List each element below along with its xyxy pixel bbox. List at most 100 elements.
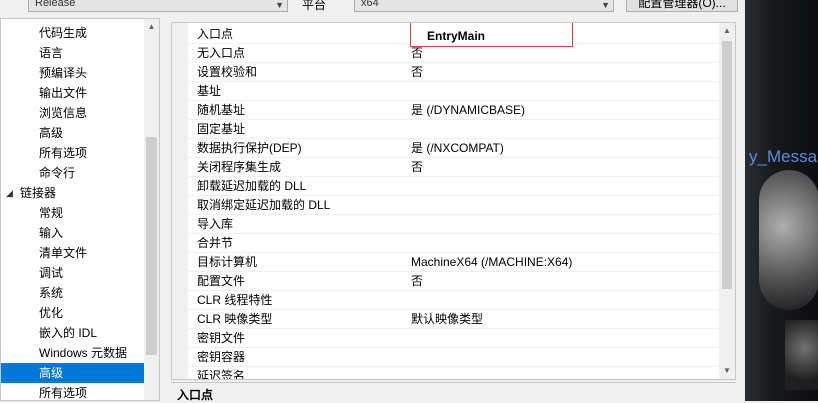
entry-point-value: EntryMain [427,29,486,43]
tree-item-label: 代码生成 [39,26,88,40]
property-name: 合并节 [197,236,234,250]
property-name: 取消绑定延迟加载的 DLL [197,198,331,212]
tree-item[interactable]: 优化 [1,303,144,323]
property-name: 固定基址 [197,122,246,136]
property-row[interactable]: 合并节 [188,234,719,253]
tree-item-label: 浏览信息 [39,106,88,120]
tree-item-label: 输入 [39,226,64,240]
property-row[interactable]: 卸载延迟加载的 DLL [188,177,719,196]
tree-item[interactable]: 高级 [1,363,144,383]
tree-scroll-thumb[interactable] [146,137,157,355]
tree-item[interactable]: 所有选项 [1,383,144,400]
tree-item[interactable]: 调试 [1,263,144,283]
chevron-down-icon: ▼ [601,0,610,10]
tree-item[interactable]: 命令行 [1,163,144,183]
tree-item[interactable]: Windows 元数据 [1,343,144,363]
grid-scrollbar[interactable]: ▲ ▼ [719,23,735,379]
property-row[interactable]: 无入口点 否 [188,44,719,63]
tree-item[interactable]: 所有选项 [1,143,144,163]
config-manager-button[interactable]: 配置管理器(O)... [626,0,738,12]
property-name: 随机基址 [197,103,246,117]
property-name: 数据执行保护(DEP) [197,141,302,155]
tree-item[interactable]: 代码生成 [1,23,144,43]
property-name: 设置校验和 [197,65,258,79]
description-title: 入口点 [177,388,214,402]
tree-item[interactable]: 清单文件 [1,243,144,263]
tree-item-label: 优化 [39,306,64,320]
tree-scrollbar[interactable]: ▲ [144,19,159,400]
property-row[interactable]: 密钥容器 [188,348,719,367]
background-wallpaper: y_Messa [745,0,818,401]
property-row[interactable]: 设置校验和 否 [188,63,719,82]
tree-item-label: 高级 [39,126,64,140]
tree-item-label: 语言 [39,46,64,60]
property-row[interactable]: CLR 线程特性 [188,291,719,310]
property-value[interactable]: MachineX64 (/MACHINE:X64) [411,253,572,271]
property-value[interactable]: 默认映像类型 [411,310,483,328]
property-value[interactable]: 否 [411,158,423,176]
property-value[interactable]: 否 [411,272,423,290]
property-value[interactable]: 是 (/DYNAMICBASE) [411,101,525,119]
property-row[interactable]: 延迟签名 [188,367,719,380]
property-name: 延迟签名 [197,369,246,380]
property-name: 目标计算机 [197,255,258,269]
property-row[interactable]: 取消绑定延迟加载的 DLL [188,196,719,215]
grid-gutter [172,23,188,379]
tree-item[interactable]: 系统 [1,283,144,303]
tree-item[interactable]: 常规 [1,203,144,223]
property-row[interactable]: CLR 映像类型 默认映像类型 [188,310,719,329]
property-grid: 入口点 EntryMain 无入口点否设置校验和否基址 随机基址是 (/DYNAMIC… [171,22,736,380]
tree-item-label: Windows 元数据 [39,346,128,360]
tree-item-label: 嵌入的 IDL [39,326,98,340]
expand-arrow-icon[interactable]: ◢ [6,183,13,203]
tree-item[interactable]: 输出文件 [1,83,144,103]
platform-label: 平台 [302,0,327,12]
property-row[interactable]: 入口点 EntryMain [188,23,719,47]
property-row[interactable]: 随机基址 是 (/DYNAMICBASE) [188,101,719,120]
tree-item[interactable]: 输入 [1,223,144,243]
property-name: 入口点 [197,27,234,41]
property-row[interactable]: 配置文件 否 [188,272,719,291]
tree-item[interactable]: ◢ 链接器 [1,183,144,203]
property-value[interactable]: 否 [411,44,423,62]
property-name: 配置文件 [197,274,246,288]
scroll-down-icon[interactable]: ▼ [719,363,735,379]
config-toolbar: Release ▼ 平台 x64 ▼ 配置管理器(O)... [0,0,745,18]
property-name: 关闭程序集生成 [197,160,282,174]
scroll-up-icon[interactable]: ▲ [719,23,735,39]
property-row[interactable]: 固定基址 [188,120,719,139]
property-name: CLR 线程特性 [197,293,273,307]
description-pane: 入口点 [171,382,736,402]
property-row[interactable]: 密钥文件 [188,329,719,348]
tree-item-label: 系统 [39,286,64,300]
configuration-value: Release [35,0,76,9]
property-name: 导入库 [197,217,234,231]
configuration-dropdown[interactable]: Release ▼ [28,0,288,12]
tree-item[interactable]: 高级 [1,123,144,143]
property-name: 基址 [197,84,222,98]
tree-item[interactable]: 浏览信息 [1,103,144,123]
tree-item[interactable]: 语言 [1,43,144,63]
tree-item[interactable]: 嵌入的 IDL [1,323,144,343]
tree-item-label: 所有选项 [39,146,88,160]
tree-item[interactable]: 预编译头 [1,63,144,83]
grid-scroll-thumb[interactable] [722,41,732,289]
scroll-up-icon[interactable]: ▲ [144,19,159,35]
property-name: 无入口点 [197,46,246,60]
tree-item-label: 所有选项 [39,386,88,400]
tree-item-label: 常规 [39,206,64,220]
platform-dropdown[interactable]: x64 ▼ [354,0,614,12]
property-row[interactable]: 基址 [188,82,719,101]
property-row[interactable]: 数据执行保护(DEP) 是 (/NXCOMPAT) [188,139,719,158]
property-value[interactable]: 是 (/NXCOMPAT) [411,139,504,157]
tree-item-label: 预编译头 [39,66,88,80]
property-row[interactable]: 关闭程序集生成 否 [188,158,719,177]
property-row[interactable]: 导入库 [188,215,719,234]
platform-value: x64 [361,0,379,9]
property-name: CLR 映像类型 [197,312,273,326]
tree-item-label: 高级 [39,366,64,380]
property-row[interactable]: 目标计算机 MachineX64 (/MACHINE:X64) [188,253,719,272]
property-value[interactable]: 否 [411,63,423,81]
wallpaper-figure [759,170,818,310]
chevron-down-icon: ▼ [275,0,284,10]
